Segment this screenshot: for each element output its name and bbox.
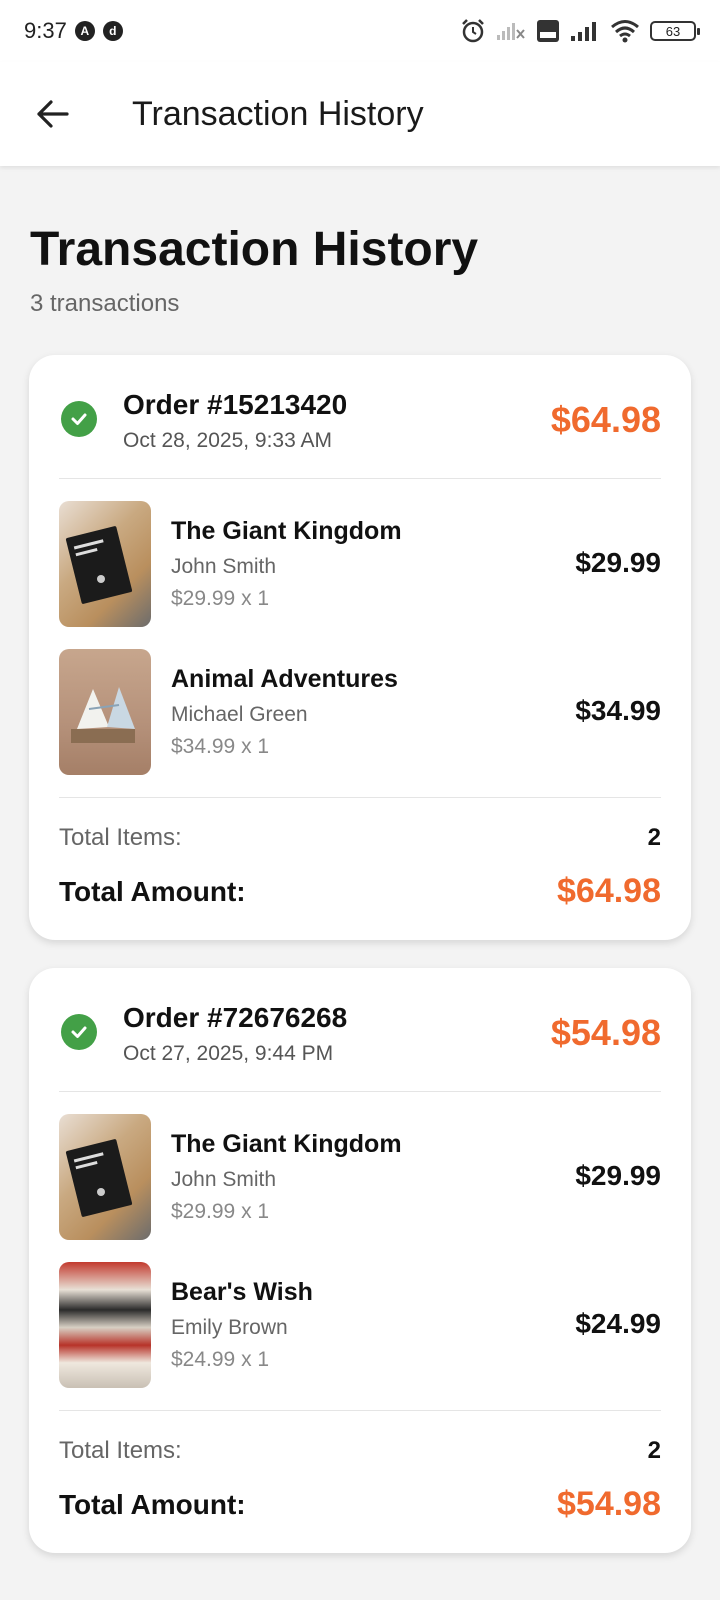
status-right: 63: [460, 18, 700, 44]
order-item[interactable]: Animal Adventures Michael Green $34.99 x…: [59, 627, 661, 775]
order-summary: Total Items: 2 Total Amount: $54.98: [59, 1410, 661, 1548]
item-author: Michael Green: [171, 703, 308, 726]
wifi-icon: [611, 20, 639, 43]
notification-d-icon: d: [102, 21, 123, 41]
item-price: $24.99: [575, 1308, 661, 1339]
check-circle-icon: [61, 401, 97, 437]
order-number: Order #15213420: [123, 389, 348, 420]
total-items-value: 2: [647, 824, 661, 851]
book-cover-image: [59, 501, 151, 627]
item-author: John Smith: [171, 555, 277, 578]
order-header: Order #72676268 Oct 27, 2025, 9:44 PM $5…: [59, 968, 661, 1092]
battery-level: 63: [665, 23, 681, 39]
transaction-count: 3 transactions: [30, 290, 180, 317]
back-button[interactable]: [22, 84, 82, 144]
signal-off-icon: [497, 23, 525, 40]
item-quantity: $29.99 x 1: [171, 587, 270, 610]
order-item[interactable]: The Giant Kingdom John Smith $29.99 x 1 …: [59, 1092, 661, 1240]
status-bar: 9:37 A d 63: [0, 0, 720, 62]
order-date: Oct 27, 2025, 9:44 PM: [123, 1042, 334, 1065]
item-author: John Smith: [171, 1168, 277, 1191]
app-bar-title: Transaction History: [132, 94, 424, 133]
book-cover-image: [59, 1114, 151, 1240]
item-title: Animal Adventures: [171, 665, 398, 693]
item-quantity: $24.99 x 1: [171, 1348, 270, 1371]
order-summary: Total Items: 2 Total Amount: $64.98: [59, 797, 661, 935]
item-title: Bear's Wish: [171, 1278, 313, 1306]
total-amount-value: $54.98: [557, 1485, 661, 1523]
order-item[interactable]: The Giant Kingdom John Smith $29.99 x 1 …: [59, 479, 661, 627]
book-cover-image: [59, 1262, 151, 1388]
order-card[interactable]: Order #72676268 Oct 27, 2025, 9:44 PM $5…: [29, 968, 691, 1553]
alarm-icon: [462, 19, 484, 43]
item-title: The Giant Kingdom: [171, 1130, 402, 1158]
status-time: 9:37: [24, 18, 67, 43]
order-card[interactable]: Order #15213420 Oct 28, 2025, 9:33 AM $6…: [29, 355, 691, 940]
signal-icon: [571, 22, 596, 41]
order-total: $64.98: [550, 399, 661, 440]
total-amount-label: Total Amount:: [59, 876, 246, 907]
status-left: 9:37 A d: [24, 18, 123, 44]
order-total: $54.98: [550, 1012, 661, 1053]
order-header: Order #15213420 Oct 28, 2025, 9:33 AM $6…: [59, 355, 661, 479]
item-title: The Giant Kingdom: [171, 517, 402, 545]
page-title: Transaction History: [30, 223, 479, 276]
item-quantity: $29.99 x 1: [171, 1200, 270, 1223]
item-price: $34.99: [575, 695, 661, 726]
volte-icon: [537, 20, 559, 42]
total-items-value: 2: [647, 1437, 661, 1464]
item-price: $29.99: [575, 547, 661, 578]
order-item[interactable]: Bear's Wish Emily Brown $24.99 x 1 $24.9…: [59, 1240, 661, 1388]
check-circle-icon: [61, 1014, 97, 1050]
total-items-label: Total Items:: [59, 1437, 182, 1464]
book-cover-image: [59, 649, 151, 775]
total-amount-label: Total Amount:: [59, 1489, 246, 1520]
total-items-label: Total Items:: [59, 824, 182, 851]
item-price: $29.99: [575, 1160, 661, 1191]
app-bar: Transaction History: [0, 62, 720, 166]
notification-a-icon: A: [74, 21, 95, 41]
arrow-left-icon: [37, 100, 69, 128]
battery-indicator: 63: [650, 21, 700, 41]
order-date: Oct 28, 2025, 9:33 AM: [123, 429, 332, 452]
total-amount-value: $64.98: [557, 872, 661, 910]
order-number: Order #72676268: [123, 1002, 348, 1033]
item-quantity: $34.99 x 1: [171, 735, 270, 758]
item-author: Emily Brown: [171, 1316, 288, 1339]
